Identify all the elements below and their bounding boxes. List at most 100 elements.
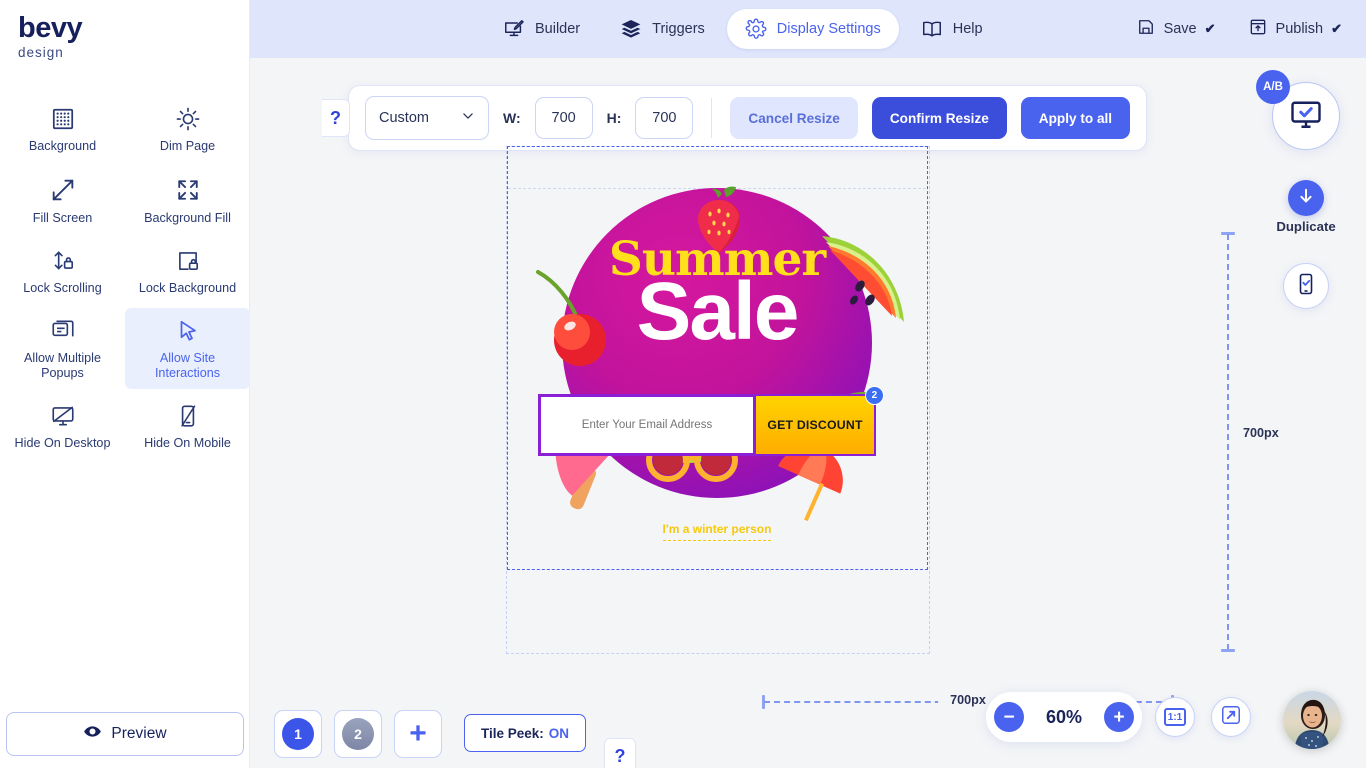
tab-label: Display Settings [777, 21, 881, 37]
monitor-slash-icon [50, 403, 76, 429]
duplicate-button[interactable] [1288, 180, 1324, 216]
tab-label: Triggers [652, 21, 705, 37]
sidebar-option-label: Hide On Desktop [15, 436, 111, 451]
publish-label: Publish [1276, 21, 1324, 37]
popup-title-main: Sale [512, 277, 922, 348]
builder-monitor-pen-icon [503, 18, 525, 40]
grid-dots-icon [50, 106, 76, 132]
vertical-arrow-lock-icon [50, 248, 76, 274]
zoom-out-button[interactable]: − [994, 702, 1024, 732]
sidebar-option-fill-screen[interactable]: Fill Screen [0, 166, 125, 234]
ab-test-badge[interactable]: A/B [1256, 70, 1290, 104]
actual-size-label: 1:1 [1164, 708, 1186, 726]
size-preset-value: Custom [379, 110, 429, 126]
plus-icon: + [409, 719, 427, 749]
top-bar: Builder Triggers [250, 0, 1366, 58]
email-field-wrapper[interactable] [538, 394, 756, 456]
email-input[interactable] [541, 419, 753, 431]
tab-help[interactable]: Help [903, 9, 1001, 49]
vertical-dimension-cap-bottom [1221, 649, 1235, 652]
actual-size-button[interactable]: 1:1 [1155, 697, 1195, 737]
canvas-area: ? Custom W: H: Cancel Resize Confirm Res… [250, 58, 1366, 768]
height-input[interactable] [635, 97, 693, 139]
sidebar-option-dim-page[interactable]: Dim Page [125, 96, 250, 162]
sidebar-option-label: Hide On Mobile [144, 436, 231, 451]
sidebar-option-allow-site-interactions[interactable]: Allow Site Interactions [125, 308, 250, 389]
tile-peek-label: Tile Peek: [481, 726, 544, 741]
tab-builder[interactable]: Builder [485, 9, 598, 49]
brand-subtitle: design [18, 45, 82, 60]
zoom-controls: − 60% + [986, 692, 1142, 742]
tile-number: 1 [282, 718, 314, 750]
tile-button-2[interactable]: 2 [334, 710, 382, 758]
save-button[interactable]: Save ✔ [1126, 11, 1226, 47]
mobile-variant-button[interactable] [1283, 263, 1329, 309]
bottom-help-button[interactable]: ? [604, 738, 636, 768]
fit-to-screen-button[interactable] [1211, 697, 1251, 737]
size-preset-select[interactable]: Custom [365, 96, 489, 140]
tile-peek-toggle[interactable]: Tile Peek: ON [464, 714, 586, 752]
popup-preview[interactable]: Summer Sale GET DISCOUNT 2 I'm a winter … [512, 168, 922, 568]
vertical-dimension-guide: 700px [1221, 228, 1235, 656]
book-icon [921, 18, 943, 40]
confirm-resize-button[interactable]: Confirm Resize [872, 97, 1007, 139]
save-check-icon: ✔ [1205, 21, 1216, 37]
get-discount-button[interactable]: GET DISCOUNT 2 [756, 394, 876, 456]
brand-name: bevy [18, 14, 82, 43]
tab-label: Help [953, 21, 983, 37]
app-root: bevy design Background [0, 0, 1366, 768]
sidebar-option-lock-scrolling[interactable]: Lock Scrolling [0, 238, 125, 304]
publish-button[interactable]: Publish ✔ [1238, 11, 1352, 47]
cursor-arrow-icon [175, 318, 201, 344]
diagonal-arrows-icon [49, 176, 77, 204]
zoom-in-button[interactable]: + [1104, 702, 1134, 732]
preview-button-label: Preview [111, 725, 166, 743]
tab-display-settings[interactable]: Display Settings [727, 9, 899, 49]
popup-headline: Summer Sale [512, 238, 922, 348]
vertical-dimension-label: 700px [1239, 424, 1283, 442]
sidebar-option-label: Background Fill [144, 211, 231, 226]
support-chat-avatar[interactable] [1283, 691, 1341, 749]
sidebar-option-hide-on-mobile[interactable]: Hide On Mobile [125, 393, 250, 459]
preview-button[interactable]: Preview [6, 712, 244, 756]
toolbar-divider [711, 98, 712, 138]
apply-to-all-button[interactable]: Apply to all [1021, 97, 1130, 139]
resize-toolbar: Custom W: H: Cancel Resize Confirm Resiz… [348, 85, 1147, 151]
mobile-check-icon [1294, 272, 1318, 301]
element-order-badge: 2 [865, 386, 884, 405]
display-settings-options: Background Dim Page Fill Screen [0, 96, 250, 459]
top-navigation: Builder Triggers [485, 0, 1001, 58]
tab-triggers[interactable]: Triggers [602, 9, 723, 49]
four-corner-arrows-icon [174, 176, 202, 204]
sidebar-option-allow-multiple-popups[interactable]: Allow Multiple Popups [0, 308, 125, 389]
sidebar-option-label: Allow Multiple Popups [6, 351, 119, 381]
sidebar-option-label: Lock Background [139, 281, 236, 296]
eye-icon [83, 722, 102, 746]
arrow-down-circle-icon [1296, 186, 1316, 211]
monitor-check-icon [1288, 96, 1324, 137]
sidebar-option-label: Background [29, 139, 96, 154]
sidebar-option-background[interactable]: Background [0, 96, 125, 162]
sidebar-option-lock-background[interactable]: Lock Background [125, 238, 250, 304]
width-input[interactable] [535, 97, 593, 139]
sidebar-option-label: Allow Site Interactions [131, 351, 244, 381]
popup-decline-link[interactable]: I'm a winter person [512, 520, 922, 538]
sidebar-option-label: Fill Screen [33, 211, 93, 226]
add-tile-button[interactable]: + [394, 710, 442, 758]
brand-logo: bevy design [18, 14, 82, 60]
tile-button-1[interactable]: 1 [274, 710, 322, 758]
save-label: Save [1164, 21, 1197, 37]
sun-icon [175, 106, 201, 132]
sidebar-option-background-fill[interactable]: Background Fill [125, 166, 250, 234]
sidebar-option-hide-on-desktop[interactable]: Hide On Desktop [0, 393, 125, 459]
tile-number: 2 [342, 718, 374, 750]
square-lock-icon [175, 248, 201, 274]
diagonal-resize-icon [1220, 704, 1242, 731]
top-bar-actions: Save ✔ Publish ✔ [1126, 0, 1352, 58]
popup-signup-form: GET DISCOUNT 2 [538, 394, 896, 456]
mobile-slash-icon [175, 403, 201, 429]
publish-check-icon: ✔ [1331, 21, 1342, 37]
cancel-resize-button[interactable]: Cancel Resize [730, 97, 857, 139]
stacked-windows-icon [50, 318, 76, 344]
resize-help-button[interactable]: ? [322, 99, 350, 137]
